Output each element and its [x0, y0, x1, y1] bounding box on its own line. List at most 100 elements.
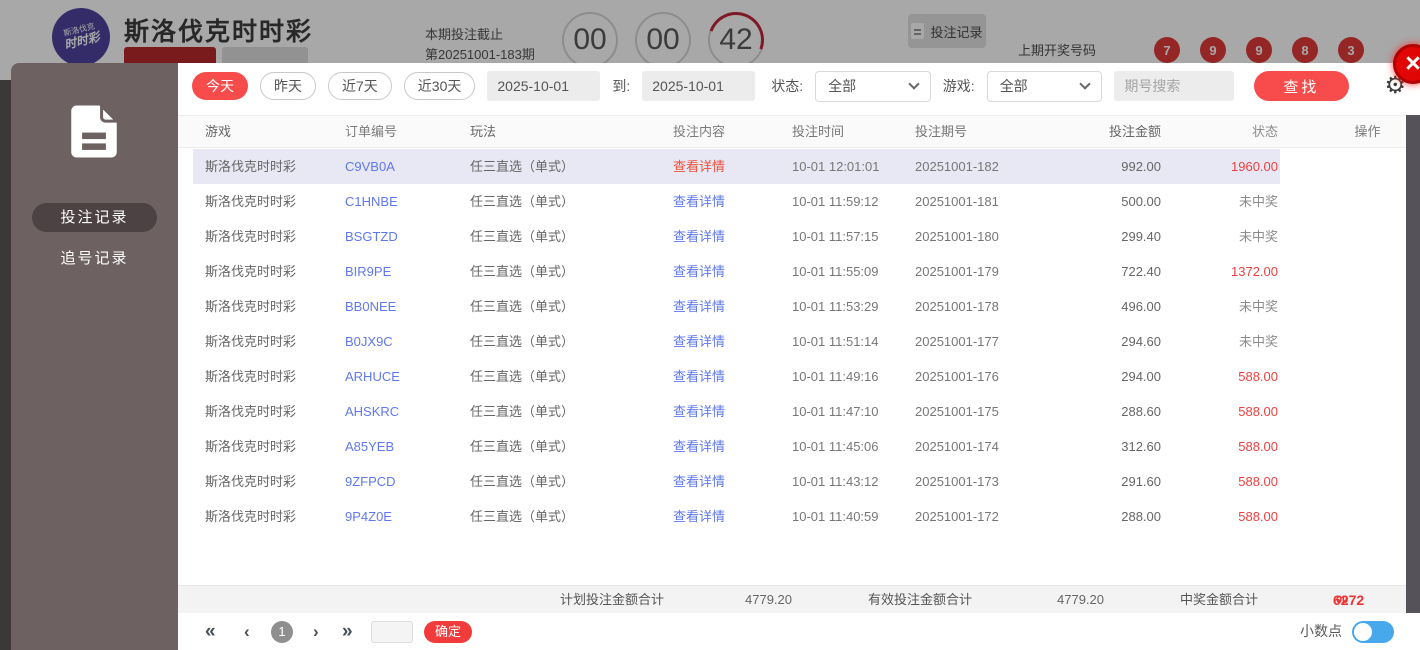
cell-order[interactable]: 9ZFPCD — [333, 464, 453, 499]
cell-issue: 20251001-174 — [915, 439, 999, 454]
cell-play: 任三直选（单式） — [470, 334, 575, 349]
quick-filter-pill[interactable]: 近7天 — [328, 72, 392, 100]
cell-play: 任三直选（单式） — [470, 299, 575, 314]
prev-page-button[interactable]: ‹ — [244, 613, 250, 650]
column-header: 投注时间 — [792, 124, 845, 139]
cell-time: 10-01 11:59:12 — [792, 194, 879, 209]
table-row: 斯洛伐克时时彩 B0JX9C 任三直选（单式） 查看详情 10-01 11:51:14 2… — [178, 324, 1420, 359]
cell-game: 斯洛伐克时时彩 — [205, 369, 297, 384]
issue-search-input[interactable] — [1114, 71, 1235, 101]
cell-issue: 20251001-175 — [915, 404, 999, 419]
cell-detail[interactable]: 查看详情 — [623, 254, 775, 289]
table-row: 斯洛伐克时时彩 A85YEB 任三直选（单式） 查看详情 10-01 11:45:06 2… — [178, 429, 1420, 464]
cell-game: 斯洛伐克时时彩 — [205, 439, 297, 454]
cell-detail[interactable]: 查看详情 — [623, 324, 775, 359]
cell-order[interactable]: C1HNBE — [333, 184, 453, 219]
table-body: 斯洛伐克时时彩 C9VB0A 任三直选（单式） 查看详情 10-01 12:01:01 2… — [178, 149, 1420, 534]
cell-order[interactable]: BSGTZD — [333, 219, 453, 254]
cell-action — [1280, 219, 1405, 254]
cell-detail[interactable]: 查看详情 — [623, 149, 775, 184]
cell-issue: 20251001-176 — [915, 369, 999, 384]
cell-detail[interactable]: 查看详情 — [623, 464, 775, 499]
cell-issue: 20251001-172 — [915, 509, 999, 524]
cell-action — [1280, 499, 1405, 534]
cell-game: 斯洛伐克时时彩 — [205, 404, 297, 419]
sidebar-item-chase-records[interactable]: 追号记录 — [32, 244, 157, 273]
cell-order[interactable]: C9VB0A — [333, 149, 453, 184]
quick-filter-pill[interactable]: 昨天 — [260, 72, 316, 100]
cell-detail[interactable]: 查看详情 — [623, 394, 775, 429]
bet-record-icon — [71, 103, 120, 158]
cell-amount: 496.00 — [1121, 299, 1161, 314]
cell-action — [1280, 429, 1405, 464]
cell-play: 任三直选（单式） — [470, 369, 575, 384]
cell-order[interactable]: BIR9PE — [333, 254, 453, 289]
cell-play: 任三直选（单式） — [470, 229, 575, 244]
column-header: 状态 — [1251, 124, 1278, 139]
scrollbar[interactable] — [1406, 115, 1420, 613]
cell-order[interactable]: 9P4Z0E — [333, 499, 453, 534]
status-select[interactable]: 全部 — [815, 70, 931, 102]
cell-status: 588.00 — [1238, 404, 1278, 419]
page-number-input[interactable] — [371, 621, 413, 643]
cell-detail[interactable]: 查看详情 — [623, 359, 775, 394]
table-row: 斯洛伐克时时彩 BIR9PE 任三直选（单式） 查看详情 10-01 11:55:09 2… — [178, 254, 1420, 289]
cell-action — [1280, 254, 1405, 289]
cell-game: 斯洛伐克时时彩 — [205, 334, 297, 349]
next-page-button[interactable]: › — [313, 613, 319, 650]
date-from-input[interactable] — [487, 71, 601, 101]
cell-amount: 500.00 — [1121, 194, 1161, 209]
cell-game: 斯洛伐克时时彩 — [205, 264, 297, 279]
app-window: 斯洛伐克 时时彩 斯洛伐克时时彩 本期投注截止 第20251001-183期 0… — [0, 0, 1420, 650]
last-page-button[interactable]: » — [342, 613, 353, 650]
cell-play: 任三直选（单式） — [470, 439, 575, 454]
cell-game: 斯洛伐克时时彩 — [205, 474, 297, 489]
sidebar-item-bet-records[interactable]: 投注记录 — [32, 203, 157, 232]
cell-detail[interactable]: 查看详情 — [623, 219, 775, 254]
bet-records-modal: 今天昨天近7天近30天 到: 状态: 全部 游戏: 全部 查找 ⚙ 游戏 订单编号… — [178, 63, 1420, 650]
modal-sidebar: 投注记录 追号记录 — [11, 63, 178, 650]
win-total-label: 中奖金额合计 — [1180, 592, 1259, 607]
cell-amount: 291.60 — [1121, 474, 1161, 489]
cell-action — [1280, 184, 1405, 219]
cell-detail[interactable]: 查看详情 — [623, 429, 775, 464]
quick-filter-pill[interactable]: 今天 — [192, 72, 248, 100]
cell-game: 斯洛伐克时时彩 — [205, 229, 297, 244]
search-button[interactable]: 查找 — [1254, 71, 1349, 101]
toggle-knob — [1354, 623, 1372, 641]
quick-filter-pill[interactable]: 近30天 — [403, 72, 476, 100]
cell-status: 未中奖 — [1238, 194, 1278, 209]
table-row: 斯洛伐克时时彩 9P4Z0E 任三直选（单式） 查看详情 10-01 11:40:59 2… — [178, 499, 1420, 534]
cell-order[interactable]: B0JX9C — [333, 324, 453, 359]
cell-detail[interactable]: 查看详情 — [623, 289, 775, 324]
chevron-down-icon — [1079, 78, 1091, 90]
current-page-indicator[interactable]: 1 — [271, 621, 293, 643]
cell-detail[interactable]: 查看详情 — [623, 184, 775, 219]
cell-action — [1280, 359, 1405, 394]
cell-play: 任三直选（单式） — [453, 149, 623, 184]
table-row: 斯洛伐克时时彩 ARHUCE 任三直选（单式） 查看详情 10-01 11:49:16 2… — [178, 359, 1420, 394]
cell-game: 斯洛伐克时时彩 — [205, 509, 297, 524]
cell-time: 10-01 11:43:12 — [792, 474, 879, 489]
cell-action — [1280, 149, 1405, 184]
date-to-input[interactable] — [642, 71, 756, 101]
cell-amount: 312.60 — [1121, 439, 1161, 454]
cell-order[interactable]: A85YEB — [333, 429, 453, 464]
column-header: 游戏 — [205, 124, 232, 139]
table-row: 斯洛伐克时时彩 AHSKRC 任三直选（单式） 查看详情 10-01 11:47:10 2… — [178, 394, 1420, 429]
page-confirm-button[interactable]: 确定 — [424, 621, 472, 643]
cell-detail[interactable]: 查看详情 — [623, 499, 775, 534]
cell-issue: 20251001-181 — [915, 194, 999, 209]
decimal-toggle[interactable] — [1352, 621, 1394, 643]
cell-order[interactable]: AHSKRC — [333, 394, 453, 429]
cell-play: 任三直选（单式） — [470, 509, 575, 524]
first-page-button[interactable]: « — [205, 613, 216, 650]
date-to-label: 到: — [612, 78, 631, 94]
cell-action — [1280, 464, 1405, 499]
game-select[interactable]: 全部 — [986, 70, 1103, 102]
cell-order[interactable]: BB0NEE — [333, 289, 453, 324]
cell-play: 任三直选（单式） — [470, 474, 575, 489]
cell-amount: 294.00 — [1121, 369, 1161, 384]
cell-order[interactable]: ARHUCE — [333, 359, 453, 394]
cell-play: 任三直选（单式） — [470, 404, 575, 419]
